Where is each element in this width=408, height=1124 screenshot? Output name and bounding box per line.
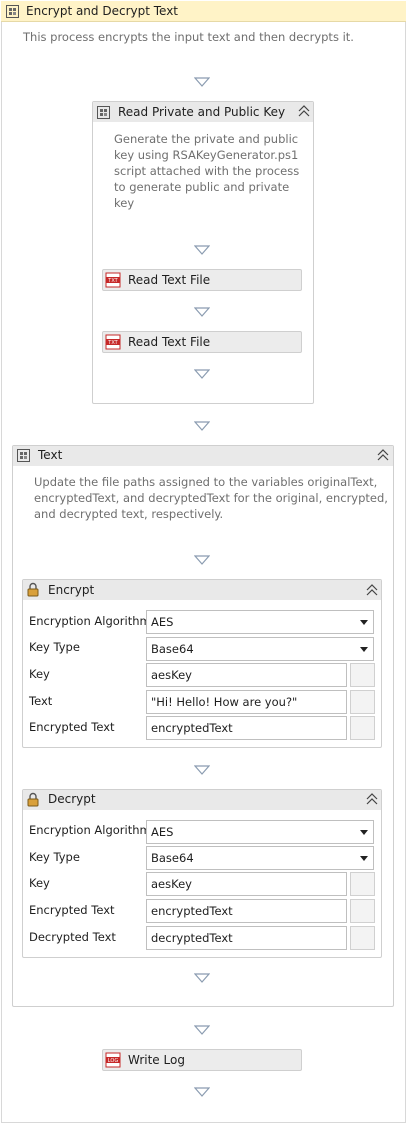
flow-arrow-icon xyxy=(193,368,211,382)
text-expression-button[interactable] xyxy=(350,690,375,714)
svg-text:LOG: LOG xyxy=(108,1058,119,1064)
algorithm-select[interactable]: AES xyxy=(146,820,374,844)
algorithm-label: Encryption Algorithm xyxy=(29,823,151,837)
flow-arrow-icon xyxy=(193,972,211,986)
key-type-label: Key Type xyxy=(29,850,80,864)
encrypted-text-expression-button[interactable] xyxy=(350,716,375,740)
encrypted-text-expression-button[interactable] xyxy=(350,899,375,923)
flow-arrow-icon xyxy=(193,76,211,90)
text-label: Text xyxy=(29,694,53,708)
lock-icon xyxy=(26,582,40,597)
key-type-select[interactable]: Base64 xyxy=(146,637,374,661)
key-expression-button[interactable] xyxy=(350,663,375,687)
text-file-icon: TXT xyxy=(105,272,121,288)
key-field[interactable]: aesKey xyxy=(146,872,347,896)
decrypted-text-field[interactable]: decryptedText xyxy=(146,926,347,950)
encrypt-title: Encrypt xyxy=(48,583,95,597)
sequence-icon xyxy=(16,448,31,463)
encrypted-text-field[interactable]: encryptedText xyxy=(146,716,347,740)
encrypted-text-label: Encrypted Text xyxy=(29,720,115,734)
sequence-icon xyxy=(96,105,111,120)
main-title: Encrypt and Decrypt Text xyxy=(26,4,179,18)
key-type-label: Key Type xyxy=(29,640,80,654)
key-label: Key xyxy=(29,667,50,681)
svg-text:TXT: TXT xyxy=(107,278,118,284)
key-scope-description: Generate the private and public key usin… xyxy=(114,132,300,210)
flow-arrow-icon xyxy=(193,554,211,568)
flow-arrow-icon xyxy=(193,1024,211,1038)
decrypted-text-expression-button[interactable] xyxy=(350,926,375,950)
decrypt-title: Decrypt xyxy=(48,792,96,806)
flow-arrow-icon xyxy=(193,1086,211,1100)
flow-arrow-icon xyxy=(193,244,211,258)
text-scope-header[interactable] xyxy=(13,446,393,466)
log-icon: LOG xyxy=(105,1052,121,1068)
key-label: Key xyxy=(29,876,50,890)
svg-text:TXT: TXT xyxy=(107,340,118,346)
chevron-down-icon xyxy=(360,856,368,861)
collapse-icon[interactable] xyxy=(297,104,311,118)
collapse-icon[interactable] xyxy=(376,448,390,462)
key-field[interactable]: aesKey xyxy=(146,663,347,687)
text-scope-title: Text xyxy=(38,448,63,462)
text-file-icon: TXT xyxy=(105,334,121,350)
encrypted-text-label: Encrypted Text xyxy=(29,903,115,917)
key-expression-button[interactable] xyxy=(350,872,375,896)
encrypted-text-field[interactable]: encryptedText xyxy=(146,899,347,923)
algorithm-label: Encryption Algorithm xyxy=(29,614,151,628)
write-log-label: Write Log xyxy=(128,1053,185,1067)
key-scope-title: Read Private and Public Key xyxy=(118,105,286,119)
chevron-down-icon xyxy=(360,620,368,625)
main-description: This process encrypts the input text and… xyxy=(23,30,354,44)
key-type-select[interactable]: Base64 xyxy=(146,846,374,870)
decrypted-text-label: Decrypted Text xyxy=(29,930,116,944)
flow-arrow-icon xyxy=(193,420,211,434)
text-field[interactable]: "Hi! Hello! How are you?" xyxy=(146,690,347,714)
collapse-icon[interactable] xyxy=(365,583,379,597)
sequence-icon xyxy=(5,4,20,19)
algorithm-select[interactable]: AES xyxy=(146,610,374,634)
text-scope-description: Update the file paths assigned to the va… xyxy=(34,475,388,521)
collapse-icon[interactable] xyxy=(365,792,379,806)
read-text-file-label: Read Text File xyxy=(128,335,211,349)
read-text-file-label: Read Text File xyxy=(128,273,211,287)
chevron-down-icon xyxy=(360,830,368,835)
chevron-down-icon xyxy=(360,647,368,652)
flow-arrow-icon xyxy=(193,764,211,778)
lock-icon xyxy=(26,792,40,807)
flow-arrow-icon xyxy=(193,306,211,320)
